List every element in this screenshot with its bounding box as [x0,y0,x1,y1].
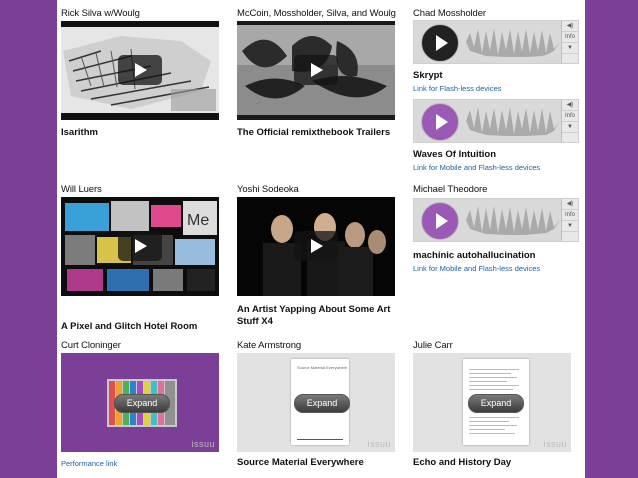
expand-button[interactable]: Expand [468,394,524,413]
item-title[interactable]: The Official remixthebook Trailers [237,127,390,139]
issuu-logo: issuu [543,439,567,449]
volume-icon[interactable]: ◀) [562,199,578,210]
video-player[interactable] [237,21,395,120]
video-player[interactable] [61,21,219,120]
document-title: Source Material Everywhere [297,365,348,370]
info-button[interactable]: Info [562,111,578,122]
item-author: Julie Carr [413,340,453,351]
svg-text:Me: Me [187,212,209,229]
play-button[interactable] [118,231,162,261]
item-author: Will Luers [61,184,102,195]
item-title[interactable]: An Artist Yapping About Some Art Stuff X… [237,304,407,328]
video-player[interactable]: Me [61,197,219,296]
waveform [466,28,560,57]
flashless-link[interactable]: Link for Mobile and Flash-less devices [413,163,540,172]
info-button[interactable]: Info [562,32,578,43]
flashless-link[interactable]: Link for Flash-less devices [413,84,501,93]
item-author: Michael Theodore [413,184,488,195]
play-button[interactable] [294,55,338,85]
play-button[interactable] [421,202,459,240]
item-title[interactable]: Echo and History Day [413,457,511,469]
track-title[interactable]: Waves Of Intuition [413,149,496,161]
issuu-embed[interactable]: Source Material Everywhere Expand issuu [237,353,395,452]
expand-button[interactable]: Expand [114,394,170,413]
issuu-logo: issuu [367,439,391,449]
audio-controls: ◀) Info ▼ [561,100,578,142]
issuu-embed[interactable]: Expand issuu [413,353,571,452]
volume-icon[interactable]: ◀) [562,100,578,111]
track-title[interactable]: machinic autohallucination [413,250,535,262]
play-button[interactable] [421,103,459,141]
issuu-logo: issuu [191,439,215,449]
item-title[interactable]: A Pixel and Glitch Hotel Room [61,321,197,333]
waveform [466,206,560,235]
play-button[interactable] [294,231,338,261]
item-author: McCoin, Mossholder, Silva, and Woulg [237,8,396,19]
download-icon[interactable]: ▼ [562,122,578,133]
expand-button[interactable]: Expand [294,394,350,413]
item-title[interactable]: Isarithm [61,127,98,139]
item-author: Kate Armstrong [237,340,302,351]
item-author: Rick Silva w/Woulg [61,8,140,19]
item-author: Curt Cloninger [61,340,121,351]
play-button[interactable] [118,55,162,85]
play-button[interactable] [421,24,459,62]
waveform [466,107,560,136]
audio-player[interactable]: ◀) Info ▼ [413,198,579,242]
video-player[interactable] [237,197,395,296]
gallery-page: Rick Silva w/Woulg Isarithm McCoin, Moss… [57,0,585,478]
audio-player[interactable]: ◀) Info ▼ [413,20,579,64]
item-title[interactable]: Source Material Everywhere [237,457,364,469]
item-author: Chad Mossholder [413,8,486,19]
flashless-link[interactable]: Link for Mobile and Flash-less devices [413,264,540,273]
track-title[interactable]: Skrypt [413,70,443,82]
performance-link[interactable]: Performance link [61,459,117,468]
audio-controls: ◀) Info ▼ [561,21,578,63]
audio-player[interactable]: ◀) Info ▼ [413,99,579,143]
volume-icon[interactable]: ◀) [562,21,578,32]
audio-controls: ◀) Info ▼ [561,199,578,241]
issuu-embed[interactable]: Expand issuu [61,353,219,452]
item-author: Yoshi Sodeoka [237,184,299,195]
download-icon[interactable]: ▼ [562,43,578,54]
info-button[interactable]: Info [562,210,578,221]
download-icon[interactable]: ▼ [562,221,578,232]
